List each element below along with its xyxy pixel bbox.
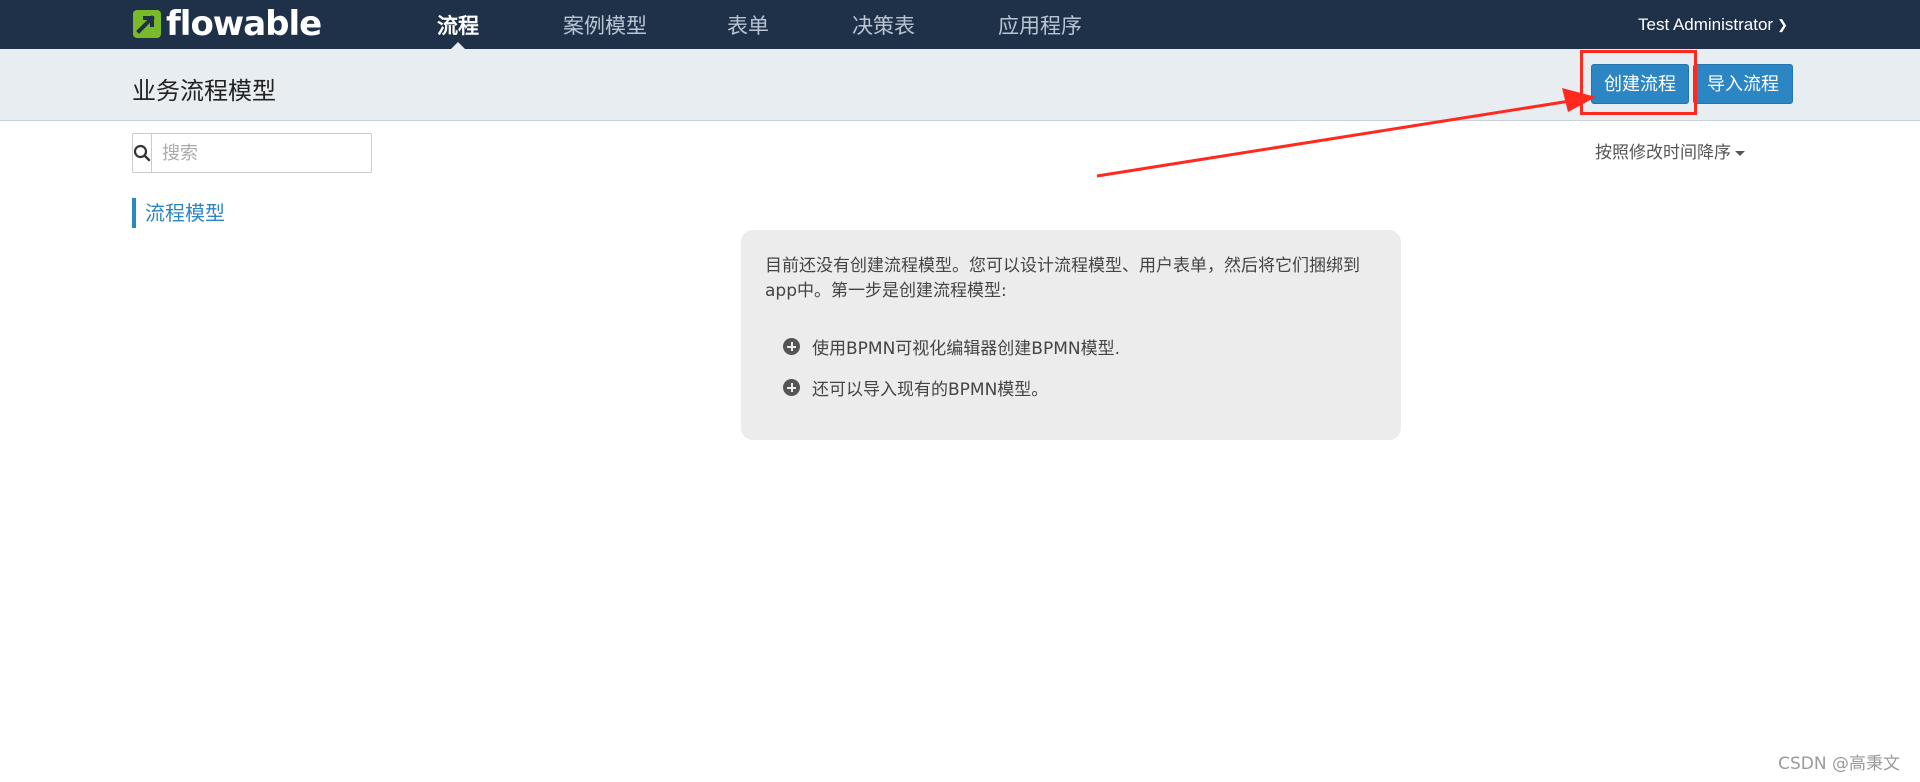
logo-mark-icon bbox=[133, 10, 161, 38]
caret-down-icon bbox=[1735, 150, 1745, 156]
import-process-button[interactable]: 导入流程 bbox=[1693, 64, 1793, 104]
list-item[interactable]: 还可以导入现有的BPMN模型。 bbox=[765, 375, 1377, 400]
sort-dropdown[interactable]: 按照修改时间降序 bbox=[1595, 138, 1745, 163]
nav-item-label: 表单 bbox=[727, 14, 769, 38]
nav-item-forms[interactable]: 表单 bbox=[727, 0, 769, 49]
nav-item-process[interactable]: 流程 bbox=[437, 0, 479, 50]
user-name: Test Administrator bbox=[1637, 15, 1774, 34]
sort-label: 按照修改时间降序 bbox=[1595, 143, 1731, 163]
user-menu[interactable]: Test Administrator ❯ bbox=[1638, 0, 1788, 49]
page-title: 业务流程模型 bbox=[132, 77, 276, 105]
nav-item-label: 决策表 bbox=[852, 14, 915, 38]
nav-item-apps[interactable]: 应用程序 bbox=[998, 0, 1082, 49]
page-header: 业务流程模型 创建流程 导入流程 bbox=[0, 49, 1920, 121]
top-navbar: flowable 流程 案例模型 表单 决策表 应用程序 Test Admini… bbox=[0, 0, 1920, 50]
nav-item-label: 流程 bbox=[437, 14, 479, 38]
nav-item-label: 应用程序 bbox=[998, 14, 1082, 38]
search-box bbox=[132, 133, 389, 173]
plus-circle-icon bbox=[783, 338, 800, 355]
nav-item-label: 案例模型 bbox=[563, 14, 647, 38]
logo-text: flowable bbox=[166, 4, 322, 44]
nav-item-decision-tables[interactable]: 决策表 bbox=[852, 0, 915, 49]
empty-state-list: 使用BPMN可视化编辑器创建BPMN模型. 还可以导入现有的BPMN模型。 bbox=[765, 334, 1377, 400]
create-process-button[interactable]: 创建流程 bbox=[1591, 64, 1689, 104]
search-icon[interactable] bbox=[133, 134, 152, 172]
chevron-down-icon: ❯ bbox=[1777, 17, 1788, 32]
list-item[interactable]: 使用BPMN可视化编辑器创建BPMN模型. bbox=[765, 334, 1377, 359]
empty-state-panel: 目前还没有创建流程模型。您可以设计流程模型、用户表单，然后将它们捆绑到app中。… bbox=[741, 230, 1401, 440]
plus-circle-icon bbox=[783, 379, 800, 396]
list-item-label: 使用BPMN可视化编辑器创建BPMN模型. bbox=[812, 339, 1120, 359]
watermark: CSDN @高秉文 bbox=[1778, 754, 1900, 774]
search-input[interactable] bbox=[152, 134, 389, 172]
flowable-logo[interactable]: flowable bbox=[132, 4, 322, 44]
empty-state-message: 目前还没有创建流程模型。您可以设计流程模型、用户表单，然后将它们捆绑到app中。… bbox=[765, 256, 1360, 301]
list-item-label: 还可以导入现有的BPMN模型。 bbox=[812, 380, 1049, 400]
sidebar-item-process-models[interactable]: 流程模型 bbox=[132, 198, 225, 228]
nav-item-case-models[interactable]: 案例模型 bbox=[563, 0, 647, 49]
